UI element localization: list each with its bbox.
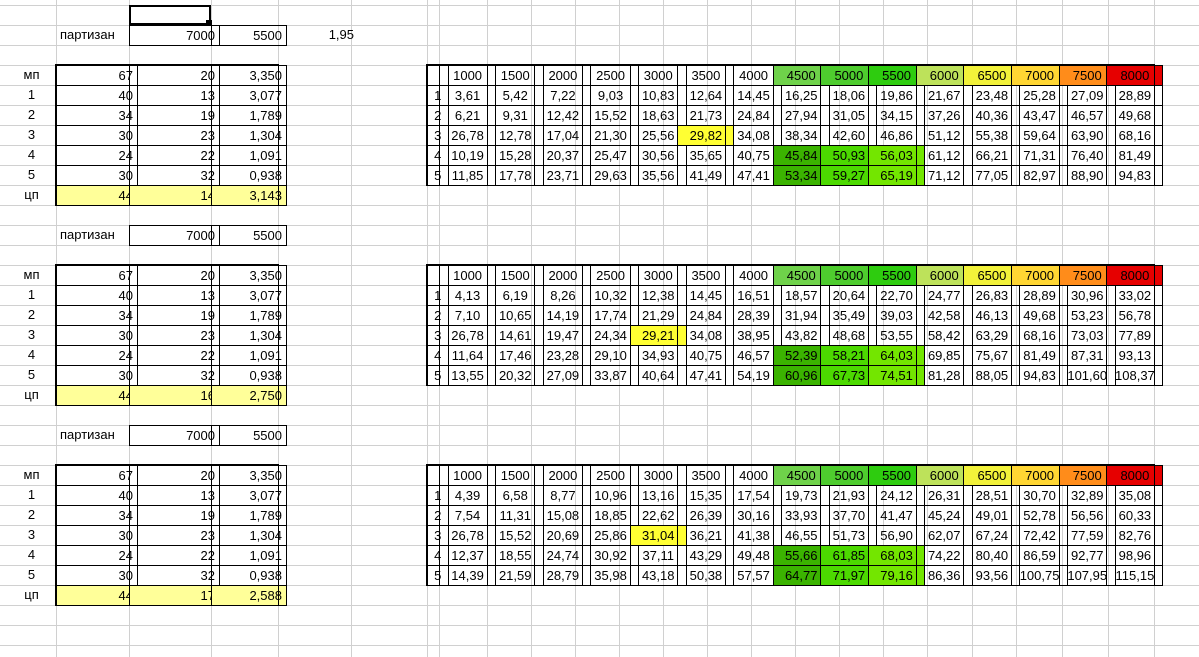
row-label[interactable]: 3: [0, 325, 63, 345]
row-label[interactable]: 5: [0, 365, 63, 385]
active-cell-cursor[interactable]: [129, 5, 211, 25]
row-label[interactable]: 1: [0, 85, 63, 105]
table-outline: [55, 64, 279, 206]
spreadsheet-area[interactable]: партизан700055001,95мп67203,350140133,07…: [0, 0, 1199, 657]
row-label[interactable]: 2: [0, 305, 63, 325]
partizan-extra[interactable]: 1,95: [278, 25, 358, 45]
row-label[interactable]: 3: [0, 125, 63, 145]
row-label[interactable]: 1: [0, 485, 63, 505]
partizan-v2[interactable]: 5500: [211, 425, 287, 446]
partizan-label[interactable]: партизан: [56, 425, 136, 445]
partizan-v1[interactable]: 7000: [129, 425, 220, 446]
row-label[interactable]: 2: [0, 105, 63, 125]
mp-label[interactable]: мп: [0, 465, 63, 485]
table-outline: [55, 464, 279, 606]
partizan-v1[interactable]: 7000: [129, 25, 220, 46]
mp-label[interactable]: мп: [0, 265, 63, 285]
row-label[interactable]: 4: [0, 345, 63, 365]
row-label[interactable]: 2: [0, 505, 63, 525]
partizan-v1[interactable]: 7000: [129, 225, 220, 246]
row-label[interactable]: 4: [0, 145, 63, 165]
cp-label[interactable]: цп: [0, 585, 63, 605]
table-outline: [426, 464, 1155, 586]
partizan-label[interactable]: партизан: [56, 225, 136, 245]
row-label[interactable]: 1: [0, 285, 63, 305]
table-outline: [426, 264, 1155, 386]
cp-label[interactable]: цп: [0, 385, 63, 405]
mp-label[interactable]: мп: [0, 65, 63, 85]
row-label[interactable]: 3: [0, 525, 63, 545]
cp-label[interactable]: цп: [0, 185, 63, 205]
table-outline: [426, 64, 1155, 186]
partizan-v2[interactable]: 5500: [211, 225, 287, 246]
row-label[interactable]: 4: [0, 545, 63, 565]
table-outline: [55, 264, 279, 406]
partizan-v2[interactable]: 5500: [211, 25, 287, 46]
partizan-label[interactable]: партизан: [56, 25, 136, 45]
row-label[interactable]: 5: [0, 565, 63, 585]
row-label[interactable]: 5: [0, 165, 63, 185]
